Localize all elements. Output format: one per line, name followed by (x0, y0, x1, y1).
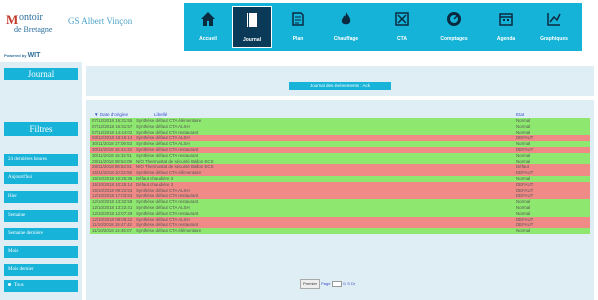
nav-journal-label: Journal (242, 37, 262, 43)
filter-month[interactable]: Mois (4, 246, 78, 258)
selected-dot-icon (8, 283, 11, 287)
logo-line2: de Bretagne (14, 25, 53, 34)
page-total: /1 (342, 281, 347, 286)
nav-accueil[interactable]: Accueil (188, 6, 228, 48)
last-page-link[interactable]: Dr (351, 281, 355, 286)
page-label: Page (321, 281, 331, 286)
filter-today[interactable]: Aujourd'hui (4, 172, 78, 184)
nav-agenda[interactable]: Agenda (486, 6, 526, 48)
filter-24h[interactable]: 24 dernières heures (4, 154, 78, 166)
sidebar-journal-title: Journal (4, 68, 78, 80)
nav-graphiques-label: Graphiques (540, 36, 568, 42)
nav-chauffage-label: Chauffage (333, 36, 359, 42)
filter-last-week[interactable]: Semaine dernière (4, 228, 78, 240)
pager: Premier Page /1 S Dr (300, 279, 355, 289)
nav-comptages[interactable]: Comptages (434, 6, 474, 48)
filter-last-month[interactable]: Mois dernier (4, 264, 78, 276)
next-page-link[interactable]: S (347, 281, 350, 286)
powered-brand: WIT (27, 52, 41, 59)
calendar-icon (499, 13, 513, 26)
nav-journal[interactable]: Journal (232, 6, 272, 48)
cta-icon (395, 12, 409, 26)
powered-by-text: Powered by (4, 53, 27, 58)
nav-cta-label: CTA (397, 36, 407, 42)
main-nav: Accueil Journal Plan Chauffage CTA Compt… (184, 3, 582, 51)
events-table: ▼ Date d'origine Libellé Etat 07/12/2018… (90, 112, 590, 234)
filter-all-label: Tous (14, 283, 24, 288)
table-row[interactable]: 11/10/2018 14:45:07 Synthèse défaut CTA é… (90, 228, 590, 234)
filter-week[interactable]: Semaine (4, 210, 78, 222)
sidebar-filters-title: Filtres (4, 122, 78, 136)
filter-all[interactable]: Tous (4, 280, 78, 292)
main-header-band (86, 66, 594, 96)
nav-chauffage[interactable]: Chauffage (326, 6, 366, 48)
cell-libelle: Synthèse défaut CTA élémentaire (136, 228, 202, 234)
nav-plan[interactable]: Plan (278, 6, 318, 48)
cell-date: 11/10/2018 14:45:07 (92, 228, 132, 234)
flame-icon (341, 12, 351, 25)
home-icon (201, 12, 215, 26)
nav-cta[interactable]: CTA (382, 6, 422, 48)
first-page-button[interactable]: Premier (300, 279, 321, 289)
site-title: GS Albert Vinçon (68, 16, 133, 26)
nav-plan-label: Plan (292, 36, 304, 42)
nav-comptages-label: Comptages (440, 36, 468, 42)
logo: M ontoir de Bretagne (6, 10, 66, 36)
cell-etat: Normal (516, 228, 531, 234)
logo-line1: ontoir (19, 12, 43, 23)
powered-by: Powered by WIT (4, 52, 40, 59)
header: M ontoir de Bretagne GS Albert Vinçon Po… (0, 0, 598, 62)
nav-accueil-label: Accueil (199, 36, 217, 42)
nav-agenda-label: Agenda (496, 36, 516, 42)
journal-icon (247, 13, 257, 27)
gauge-icon (447, 12, 461, 26)
page-number-input[interactable] (331, 280, 342, 287)
filter-yesterday[interactable]: Hier (4, 191, 78, 203)
plan-icon (292, 12, 304, 26)
nav-graphiques[interactable]: Graphiques (534, 6, 574, 48)
table-body: 07/12/2018 16:31:55 Synthèse défaut CTA é… (90, 118, 590, 234)
page-title: Journal des évènements : Ack (289, 82, 391, 90)
chart-icon (547, 13, 561, 26)
